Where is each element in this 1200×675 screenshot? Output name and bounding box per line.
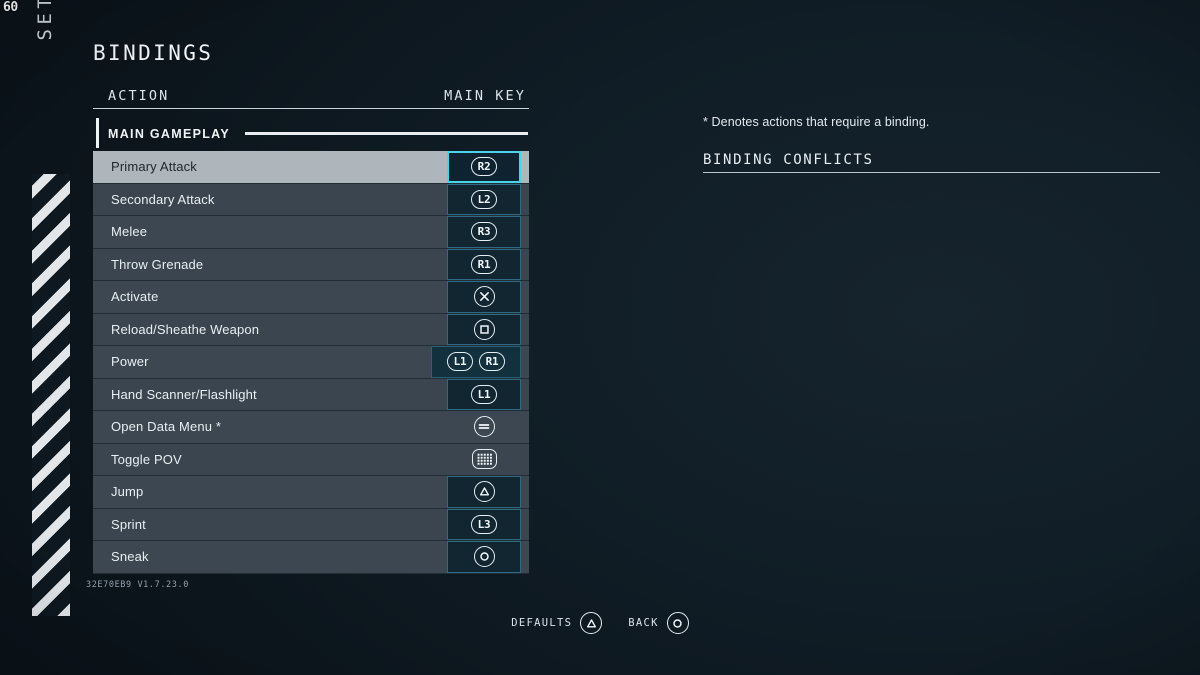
touchpad-button-icon xyxy=(471,449,497,470)
key-binding-slot[interactable]: L1 R1 xyxy=(431,346,521,378)
right-panel: * Denotes actions that require a binding… xyxy=(703,115,1160,173)
key-binding-slot[interactable]: L1 xyxy=(447,378,521,410)
key-binding-slot[interactable] xyxy=(447,476,521,508)
table-row[interactable]: Sneak xyxy=(93,541,529,574)
binding-key-cell[interactable]: L1 R1 xyxy=(431,346,529,378)
table-row[interactable]: Jump xyxy=(93,476,529,509)
r1-button-icon: R1 xyxy=(471,254,497,274)
binding-key-cell[interactable] xyxy=(447,313,529,345)
table-row[interactable]: Hand Scanner/Flashlight L1 xyxy=(93,378,529,411)
binding-action-label: Reload/Sheathe Weapon xyxy=(111,321,260,337)
table-row[interactable]: Power L1 R1 xyxy=(93,346,529,379)
diagonal-stripe-pattern-icon xyxy=(32,174,70,616)
key-binding-slot[interactable]: R3 xyxy=(447,216,521,248)
r1-button-icon: R1 xyxy=(479,352,505,372)
circle-button-icon xyxy=(666,612,689,634)
binding-key-cell[interactable] xyxy=(447,541,529,573)
table-row[interactable]: Secondary Attack L2 xyxy=(93,183,529,216)
r3-button-icon: R3 xyxy=(471,222,497,242)
binding-key-cell[interactable]: L3 xyxy=(447,508,529,540)
footer-hint-label: BACK xyxy=(628,617,659,629)
key-binding-slot[interactable]: L3 xyxy=(447,508,521,540)
column-header-action: ACTION xyxy=(108,88,170,104)
key-binding-slot[interactable] xyxy=(447,444,521,476)
binding-key-cell[interactable]: R3 xyxy=(447,216,529,248)
binding-action-label: Melee xyxy=(111,224,148,240)
page-title: BINDINGS xyxy=(93,41,214,65)
binding-key-cell[interactable] xyxy=(447,476,529,508)
cross-button-icon xyxy=(473,286,495,308)
binding-key-cell[interactable] xyxy=(447,411,529,443)
binding-action-label: Hand Scanner/Flashlight xyxy=(111,386,257,402)
table-row[interactable]: Melee R3 xyxy=(93,216,529,249)
binding-action-label: Toggle POV xyxy=(111,451,182,467)
footer-hint-label: DEFAULTS xyxy=(511,617,573,629)
key-binding-slot[interactable] xyxy=(447,313,521,345)
left-rail: SETTINGS xyxy=(0,0,88,675)
l1-button-icon: L1 xyxy=(471,384,497,404)
section-header-main-gameplay: MAIN GAMEPLAY xyxy=(93,118,529,148)
footer-hint-back[interactable]: BACK xyxy=(628,612,689,634)
l3-button-icon: L3 xyxy=(471,514,497,534)
table-row[interactable]: Throw Grenade R1 xyxy=(93,248,529,281)
binding-action-label: Throw Grenade xyxy=(111,256,204,272)
binding-key-cell[interactable] xyxy=(447,281,529,313)
table-row[interactable]: Sprint L3 xyxy=(93,508,529,541)
circle-button-icon xyxy=(473,546,495,568)
key-binding-slot[interactable]: L2 xyxy=(447,183,521,215)
binding-key-cell[interactable]: R1 xyxy=(447,248,529,280)
binding-action-label: Activate xyxy=(111,289,159,305)
binding-action-label: Secondary Attack xyxy=(111,191,215,207)
triangle-button-icon xyxy=(473,481,495,503)
bindings-row-list: Primary Attack R2 Secondary Attack L2 Melee R… xyxy=(93,151,529,574)
square-button-icon xyxy=(473,318,495,340)
binding-action-label: Jump xyxy=(111,484,144,500)
triangle-button-icon xyxy=(580,612,603,634)
binding-action-label: Open Data Menu * xyxy=(111,419,222,435)
footer-hint-defaults[interactable]: DEFAULTS xyxy=(511,612,603,634)
key-binding-slot[interactable]: R1 xyxy=(447,248,521,280)
key-binding-slot[interactable] xyxy=(447,541,521,573)
column-header-main-key: MAIN KEY xyxy=(444,88,526,104)
table-row[interactable]: Toggle POV xyxy=(93,443,529,476)
l1-button-icon: L1 xyxy=(447,352,473,372)
section-header-label: MAIN GAMEPLAY xyxy=(108,126,231,141)
l2-button-icon: L2 xyxy=(471,189,497,209)
denotes-note: * Denotes actions that require a binding… xyxy=(703,115,930,129)
binding-action-label: Sneak xyxy=(111,549,149,565)
binding-key-cell[interactable]: L1 xyxy=(447,378,529,410)
build-version-stamp: 32E70EB9 V1.7.23.0 xyxy=(86,580,189,590)
table-row[interactable]: Primary Attack R2 xyxy=(93,151,529,184)
binding-action-label: Sprint xyxy=(111,516,146,532)
binding-conflicts-title: BINDING CONFLICTS xyxy=(703,152,1160,173)
options-button-icon xyxy=(473,416,495,438)
table-row[interactable]: Reload/Sheathe Weapon xyxy=(93,313,529,346)
r2-button-icon: R2 xyxy=(471,157,497,177)
key-binding-slot[interactable]: R2 xyxy=(447,151,521,183)
settings-vertical-label: SETTINGS xyxy=(34,0,64,53)
table-column-headers: ACTION MAIN KEY xyxy=(93,88,529,109)
footer-button-hints: DEFAULTS BACK xyxy=(0,612,1200,634)
key-binding-slot[interactable] xyxy=(447,281,521,313)
binding-key-cell[interactable]: L2 xyxy=(447,183,529,215)
table-row[interactable]: Activate xyxy=(93,281,529,314)
table-row[interactable]: Open Data Menu * xyxy=(93,411,529,444)
binding-key-cell[interactable] xyxy=(447,444,529,476)
binding-action-label: Primary Attack xyxy=(111,159,197,175)
bindings-table: ACTION MAIN KEY MAIN GAMEPLAY Primary At… xyxy=(93,88,529,574)
section-accent-bar xyxy=(96,118,99,148)
binding-key-cell[interactable]: R2 xyxy=(447,151,529,183)
binding-action-label: Power xyxy=(111,354,149,370)
key-binding-slot[interactable] xyxy=(447,411,521,443)
section-divider-rule xyxy=(245,132,528,135)
